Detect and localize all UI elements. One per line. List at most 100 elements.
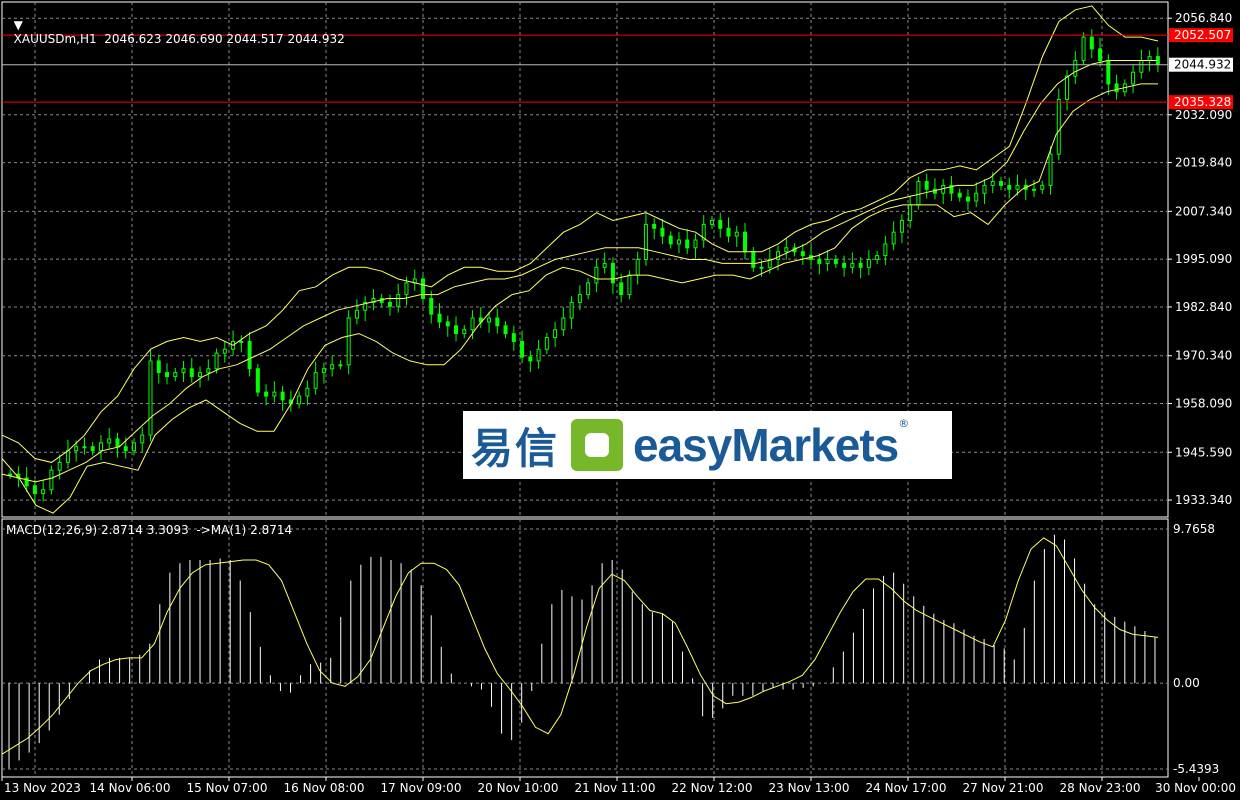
candle-body	[1040, 184, 1045, 190]
candle-body	[470, 317, 475, 331]
candle-body	[148, 360, 153, 436]
candle-body	[1056, 99, 1061, 155]
candle-body	[222, 348, 227, 354]
candle-body	[1114, 83, 1119, 93]
macd-axis-label: 9.7658	[1173, 522, 1215, 536]
trading-chart[interactable]: 2056.840 2032.090 2019.840 2007.340 1995.090…	[0, 0, 1240, 800]
candle-body	[743, 231, 748, 253]
candle-body	[586, 282, 591, 296]
candle-body	[272, 391, 277, 397]
candle-body	[520, 340, 525, 358]
candle-body	[965, 196, 970, 202]
candle-body	[346, 317, 351, 366]
time-axis-label: 14 Nov 06:00	[90, 781, 171, 795]
candle-body	[214, 352, 219, 370]
candle-body	[734, 231, 739, 237]
candle-body	[718, 219, 723, 229]
candle-body	[891, 231, 896, 245]
candle-body	[49, 469, 54, 491]
candle-body	[1098, 48, 1103, 62]
candle-body	[462, 329, 467, 335]
candle-body	[437, 313, 442, 323]
candle-body	[1007, 184, 1012, 190]
candle-body	[165, 372, 170, 378]
candle-body	[198, 372, 203, 378]
macd-axis-label: 0.00	[1173, 676, 1200, 690]
candle-body	[866, 259, 871, 268]
candle-body	[561, 317, 566, 331]
price-axis-label: 1970.340	[1175, 349, 1232, 363]
candle-body	[998, 180, 1003, 186]
candle-body	[643, 223, 648, 261]
candle-body	[404, 282, 409, 296]
candle-body	[652, 223, 657, 229]
easymarkets-logo-icon	[571, 419, 624, 471]
candle-body	[280, 391, 285, 401]
bollinger-upper	[1, 5, 1159, 463]
candle-body	[569, 301, 574, 319]
candle-body	[156, 360, 161, 374]
price-axis-label: 1945.590	[1175, 445, 1232, 459]
candle-body	[990, 180, 995, 186]
candle-body	[487, 317, 492, 323]
candle-body	[553, 329, 558, 339]
price-axis-label: 2007.340	[1175, 204, 1232, 218]
time-axis-label: 23 Nov 13:00	[769, 781, 850, 795]
candle-body	[420, 278, 425, 300]
price-axis-label: 2019.840	[1175, 156, 1232, 170]
candle-body	[875, 255, 880, 260]
candle-body	[511, 333, 516, 342]
candle-body	[858, 262, 863, 268]
candle-body	[751, 251, 756, 268]
candle-body	[57, 461, 62, 471]
collapse-triangle-icon[interactable]: ▼	[14, 18, 23, 32]
candle-body	[503, 325, 508, 335]
candle-body	[65, 450, 70, 463]
price-axis-label: 2056.840	[1175, 11, 1232, 25]
candle-body	[842, 262, 847, 268]
candle-body	[1065, 75, 1070, 101]
candle-body	[974, 192, 979, 202]
candle-body	[528, 356, 533, 362]
candle-body	[577, 294, 582, 303]
candle-body	[140, 434, 145, 444]
candle-body	[387, 301, 392, 307]
symbol-header: ▼ XAUUSDm,H1 2046.623 2046.690 2044.517 …	[6, 4, 345, 46]
price-axis-label: 1982.840	[1175, 300, 1232, 314]
candle-body	[957, 192, 962, 198]
time-axis-label: 15 Nov 07:00	[187, 781, 268, 795]
macd-axis-label: -5.4393	[1173, 762, 1219, 776]
candle-body	[90, 446, 95, 452]
candle-body	[82, 446, 87, 449]
watermark-chinese: 易信	[471, 423, 560, 473]
candle-body	[536, 348, 541, 362]
current-price-label: 2044.932	[1174, 58, 1231, 72]
candle-body	[189, 368, 194, 378]
candle-body	[1032, 188, 1037, 191]
candle-body	[1131, 71, 1136, 85]
candle-body	[297, 395, 302, 405]
candle-body	[817, 259, 822, 264]
candle-body	[676, 239, 681, 245]
time-axis-label: 20 Nov 10:00	[478, 781, 559, 795]
candle-body	[1139, 60, 1144, 73]
candle-body	[610, 262, 615, 284]
macd-header: MACD(12,26,9) 2.8714 3.3093 ->MA(1) 2.87…	[6, 523, 293, 537]
candle-body	[850, 262, 855, 268]
candle-body	[924, 180, 929, 190]
price-axis-label: 1958.090	[1175, 397, 1232, 411]
candle-body	[709, 219, 714, 225]
candle-body	[685, 239, 690, 249]
candle-body	[833, 259, 838, 264]
candle-body	[74, 446, 79, 452]
candle-body	[338, 364, 343, 367]
candle-body	[247, 340, 252, 370]
candle-body	[181, 368, 186, 374]
candle-body	[800, 251, 805, 257]
candle-body	[1015, 184, 1020, 190]
candle-body	[321, 368, 326, 374]
candle-body	[454, 325, 459, 335]
candle-body	[32, 485, 37, 495]
candle-body	[544, 337, 549, 350]
time-axis-label: 22 Nov 12:00	[672, 781, 753, 795]
